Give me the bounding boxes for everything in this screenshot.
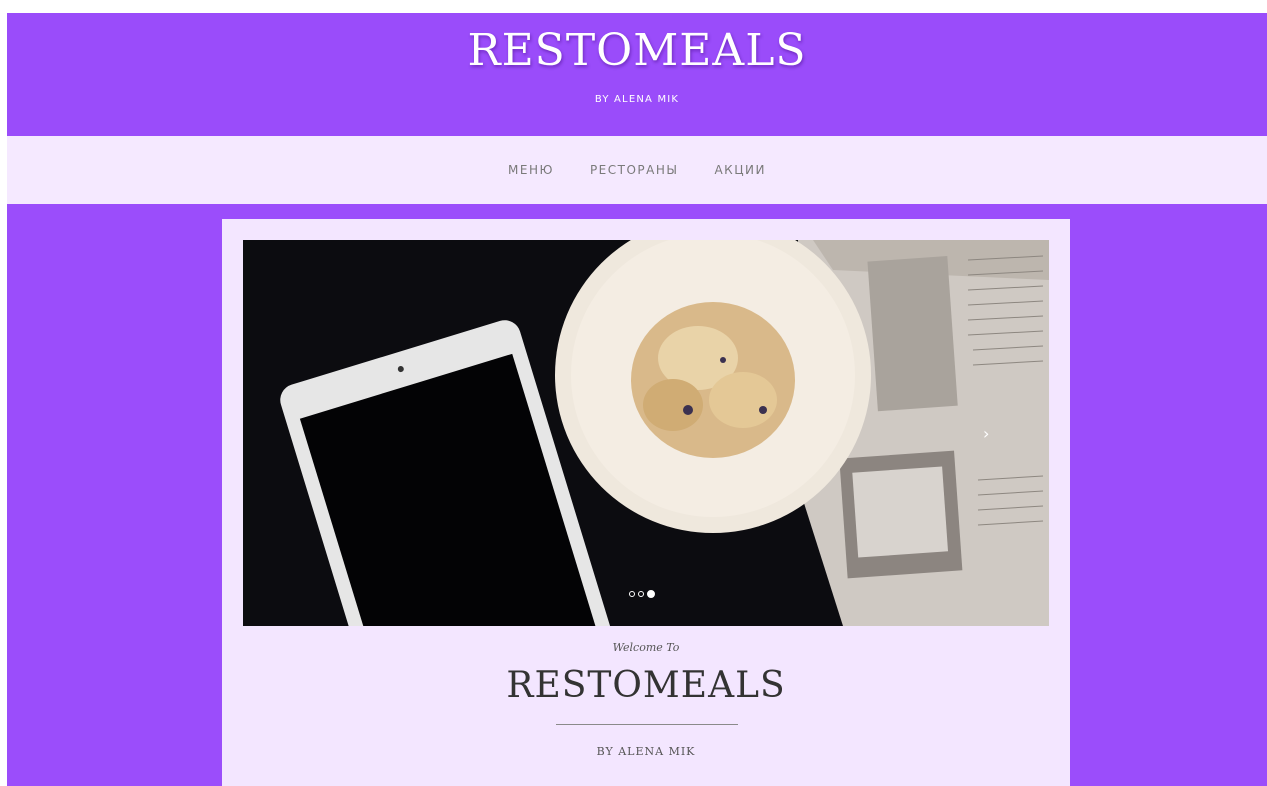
welcome-text: Welcome To	[612, 641, 680, 654]
chevron-right-icon[interactable]: ›	[983, 426, 989, 442]
page: RESTOMEALS BY ALENA MIK МЕНЮ РЕСТОРАНЫ А…	[7, 13, 1267, 786]
nav-item-promotions[interactable]: АКЦИИ	[696, 160, 784, 180]
site-header: RESTOMEALS BY ALENA MIK	[7, 13, 1267, 136]
nav-item-menu[interactable]: МЕНЮ	[490, 160, 572, 180]
content-card: › Welcome To RESTOMEALS BY ALENA MIK	[222, 219, 1070, 786]
main-nav: МЕНЮ РЕСТОРАНЫ АКЦИИ	[7, 136, 1267, 204]
site-tagline: BY ALENA MIK	[594, 94, 680, 105]
slider-dot-2[interactable]	[638, 591, 644, 597]
site-title[interactable]: RESTOMEALS	[7, 23, 1267, 79]
intro-byline: BY ALENA MIK	[596, 745, 696, 758]
nav-item-restaurants[interactable]: РЕСТОРАНЫ	[572, 160, 697, 180]
image-slider: ›	[243, 240, 1049, 626]
slider-dot-3[interactable]	[647, 590, 655, 598]
slider-dot-1[interactable]	[629, 591, 635, 597]
slider-pagination	[629, 590, 655, 598]
slide-image	[243, 240, 1049, 626]
intro-title: RESTOMEALS	[506, 665, 786, 706]
title-divider	[556, 724, 738, 725]
